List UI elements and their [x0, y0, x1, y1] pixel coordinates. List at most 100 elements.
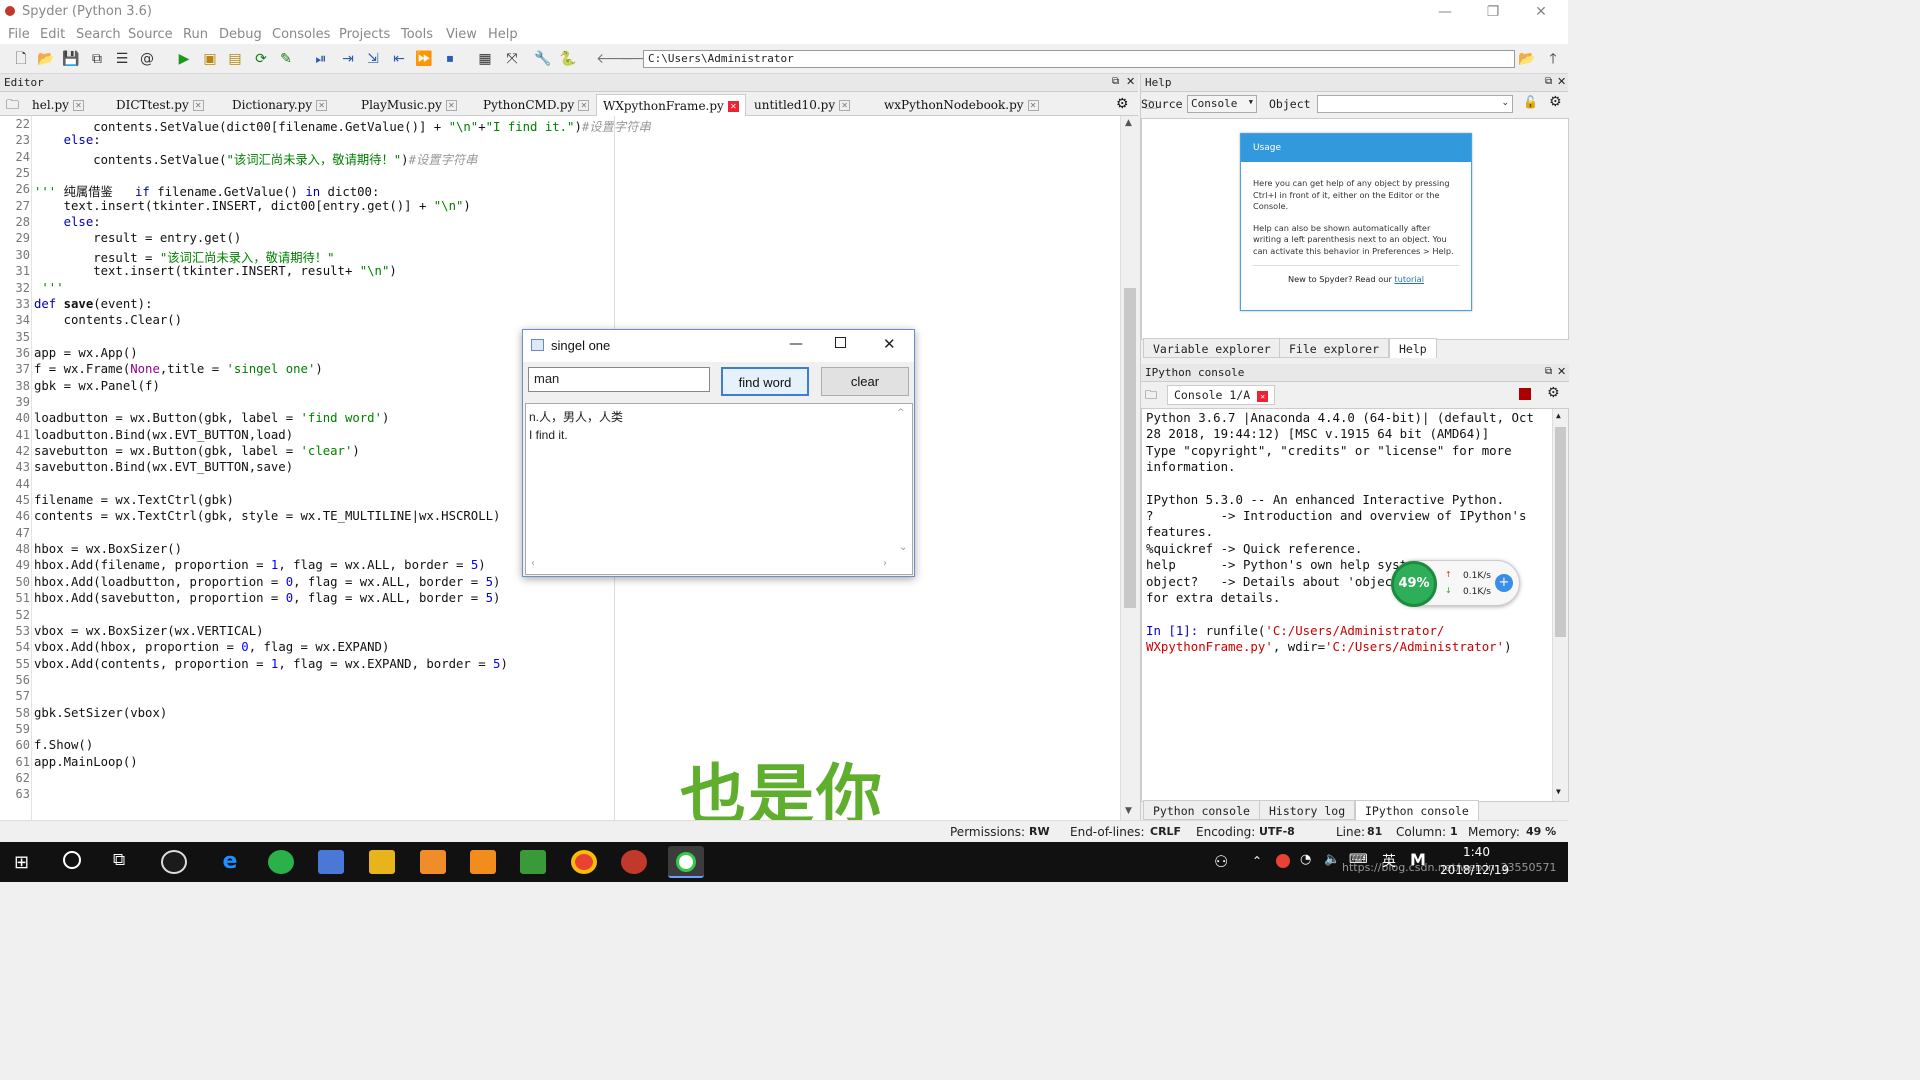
tab-file-explorer[interactable]: File explorer — [1279, 338, 1390, 358]
maximize-button[interactable] — [835, 337, 846, 348]
menu-edit[interactable]: Edit — [40, 27, 65, 42]
feishu-icon[interactable] — [318, 850, 344, 874]
plus-icon[interactable]: + — [1495, 574, 1513, 592]
maximize-pane-icon[interactable]: ▦ — [476, 50, 494, 68]
back-arrow-icon[interactable]: 🡐 — [596, 50, 634, 68]
step-icon[interactable]: ⇥ — [339, 50, 357, 68]
forward-arrow-icon[interactable]: 🡒 — [620, 50, 658, 68]
menu-run[interactable]: Run — [183, 27, 208, 42]
close-tab-icon[interactable]: ✕ — [727, 101, 739, 112]
restore-button[interactable]: ❐ — [1470, 2, 1516, 22]
minimize-button[interactable]: — — [789, 336, 803, 352]
clock-time[interactable]: 1:40 — [1463, 845, 1490, 859]
editor-tab-active[interactable]: WXpythonFrame.py ✕ — [596, 94, 746, 116]
menu-source[interactable]: Source — [128, 27, 173, 42]
object-combo[interactable]: ⌄ — [1317, 95, 1513, 113]
editor-tab[interactable]: hel.py ✕ — [26, 94, 90, 116]
clear-button[interactable]: clear — [821, 367, 909, 396]
stop-debug-icon[interactable]: ⏹ — [441, 50, 459, 68]
active-window-icon[interactable] — [668, 846, 704, 878]
tab-ipython-console[interactable]: IPython console — [1355, 800, 1479, 820]
menu-search[interactable]: Search — [76, 27, 121, 42]
editor-tab[interactable]: untitled10.py ✕ — [748, 94, 856, 116]
undock-icon[interactable]: ⧉ — [1545, 366, 1552, 377]
result-textarea[interactable]: n.人，男人，人类 I find it. — [525, 403, 913, 575]
list-icon[interactable]: ☰ — [113, 50, 131, 68]
step-into-icon[interactable]: ⇲ — [364, 50, 382, 68]
preferences-icon[interactable]: 🔧 — [534, 50, 552, 68]
browse-folder-icon[interactable]: 📂 — [1518, 50, 1536, 68]
close-button[interactable]: ✕ — [883, 335, 896, 353]
editor-tab[interactable]: Dictionary.py ✕ — [226, 94, 333, 116]
close-tab-icon[interactable]: ✕ — [1257, 391, 1269, 402]
console-tab[interactable]: Console 1/A ✕ — [1167, 385, 1276, 405]
open-folder-icon[interactable]: 📂 — [37, 50, 55, 68]
rerun-icon[interactable]: ⟳ — [252, 50, 270, 68]
tab-help[interactable]: Help — [1389, 338, 1437, 358]
debug-icon[interactable]: ⏯ — [312, 50, 330, 68]
scroll-up-icon[interactable]: ▲ — [1556, 411, 1561, 420]
undock-icon[interactable]: ⧉ — [1545, 76, 1552, 87]
parent-dir-icon[interactable]: 🡑 — [1544, 50, 1562, 68]
run-icon[interactable]: ▶ — [175, 50, 193, 68]
stop-kernel-icon[interactable] — [1519, 388, 1531, 400]
scrollbar-thumb[interactable] — [1555, 427, 1566, 637]
chrome-tray-icon[interactable] — [1276, 854, 1290, 868]
minimize-button[interactable]: — — [1422, 2, 1468, 22]
scroll-up-icon[interactable]: ▲ — [1125, 118, 1132, 128]
save-all-icon[interactable]: ⧉ — [88, 50, 106, 68]
menu-consoles[interactable]: Consoles — [272, 27, 330, 42]
scroll-up-icon[interactable]: ^ — [897, 408, 905, 418]
find-word-button[interactable]: find word — [721, 367, 809, 396]
close-tab-icon[interactable]: ✕ — [1027, 100, 1039, 111]
close-tab-icon[interactable]: ✕ — [72, 100, 84, 111]
volume-icon[interactable]: 🔈 — [1324, 852, 1340, 867]
console-scrollbar[interactable]: ▲ ▼ — [1552, 409, 1568, 801]
windows-start-icon[interactable]: ⊞ — [14, 852, 29, 873]
menu-debug[interactable]: Debug — [219, 27, 262, 42]
tab-python-console[interactable]: Python console — [1143, 800, 1260, 820]
editor-scrollbar[interactable]: ▲ ▼ — [1120, 116, 1138, 820]
fullscreen-icon[interactable]: ⤧ — [503, 50, 521, 68]
close-pane-icon[interactable]: ✕ — [1557, 365, 1566, 378]
scrollbar-thumb[interactable] — [1124, 288, 1136, 608]
task-view-icon[interactable]: ⧉ — [113, 850, 125, 870]
new-file-icon[interactable]: 🗋 — [12, 50, 30, 68]
tutorial-link[interactable]: tutorial — [1394, 274, 1424, 284]
app-box-icon[interactable] — [420, 850, 446, 874]
python-path-icon[interactable]: 🐍 — [559, 50, 577, 68]
tab-variable-explorer[interactable]: Variable explorer — [1143, 338, 1281, 358]
editor-tab[interactable]: PythonCMD.py ✕ — [477, 94, 595, 116]
word-input[interactable]: man — [528, 367, 710, 392]
working-directory-combo[interactable]: C:\Users\Administrator — [643, 50, 1515, 68]
menu-projects[interactable]: Projects — [339, 27, 390, 42]
app-icon[interactable] — [161, 850, 187, 874]
ipython-console[interactable]: ▲ ▼ Python 3.6.7 |Anaconda 4.4.0 (64-bit… — [1141, 408, 1569, 802]
file-explorer-icon[interactable] — [369, 850, 395, 874]
run-cell-icon[interactable]: ▣ — [201, 50, 219, 68]
app-icon[interactable] — [520, 850, 546, 874]
edge-browser-icon[interactable]: e — [217, 850, 243, 874]
browse-tabs-icon[interactable]: 🗀 — [2, 96, 23, 118]
close-button[interactable]: ✕ — [1518, 2, 1564, 22]
tray-chevron-icon[interactable]: ⌃ — [1252, 854, 1262, 868]
lock-icon[interactable]: 🔓 — [1523, 95, 1538, 109]
continue-icon[interactable]: ⏩ — [415, 50, 433, 68]
network-speed-widget[interactable]: 49% ↑ 0.1K/s ↓ 0.1K/s + — [1391, 560, 1520, 607]
gear-icon[interactable]: ⚙ — [1547, 385, 1560, 401]
editor-tab[interactable]: DICTtest.py ✕ — [110, 94, 210, 116]
run-selection-icon[interactable]: ✎ — [277, 50, 295, 68]
people-icon[interactable]: ⚇ — [1214, 852, 1228, 871]
scroll-down-icon[interactable]: ▼ — [1125, 806, 1132, 816]
close-tab-icon[interactable]: ✕ — [839, 100, 851, 111]
close-pane-icon[interactable]: ✕ — [1557, 75, 1566, 88]
menu-view[interactable]: View — [446, 27, 477, 42]
close-pane-icon[interactable]: ✕ — [1126, 75, 1135, 88]
wifi-icon[interactable]: ◔ — [1300, 852, 1311, 867]
save-icon[interactable]: 💾 — [62, 50, 80, 68]
editor-tab[interactable]: wxPythonNodebook.py ✕ — [878, 94, 1045, 116]
gear-icon[interactable]: ⚙ — [1116, 96, 1129, 118]
browser-360-icon[interactable] — [268, 850, 294, 874]
spyder-icon[interactable] — [621, 850, 647, 874]
tab-history-log[interactable]: History log — [1259, 800, 1356, 820]
